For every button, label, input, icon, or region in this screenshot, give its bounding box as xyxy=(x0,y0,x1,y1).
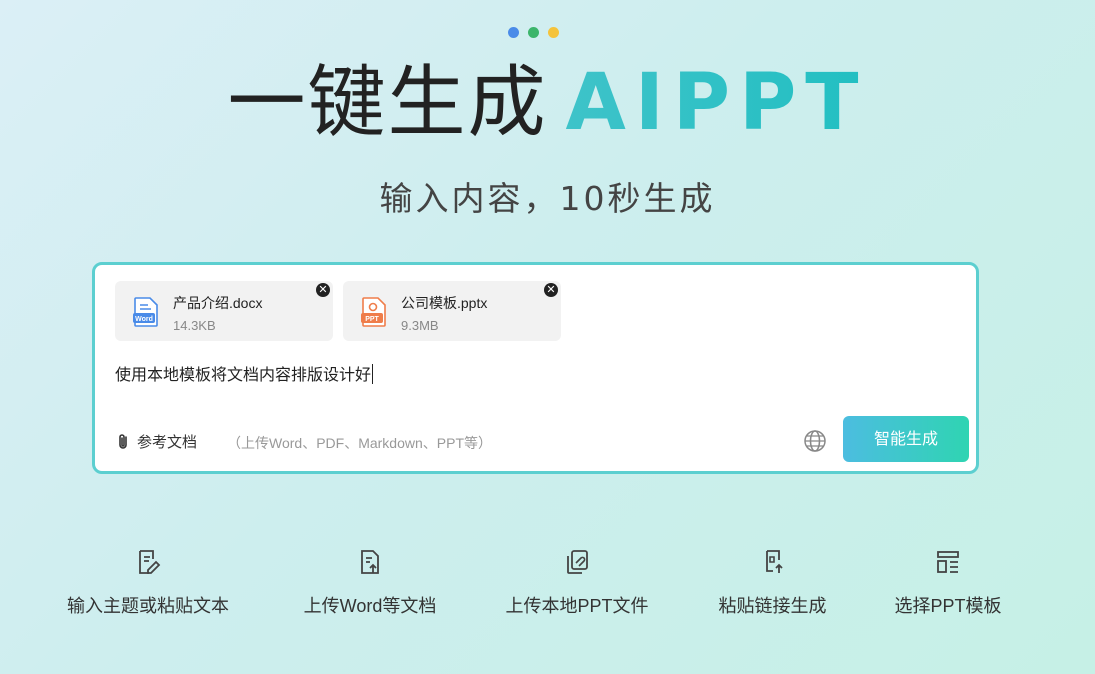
ppt-file-icon: PPT xyxy=(361,297,386,327)
attach-label: 参考文档 xyxy=(137,434,198,451)
input-panel: Word 产品介绍.docx 14.3KB ✕ PPT 公司模板.pptx 9.… xyxy=(92,262,979,474)
template-layout-icon xyxy=(937,551,959,573)
file-name: 产品介绍.docx xyxy=(173,295,263,311)
prompt-input[interactable]: 使用本地模板将文档内容排版设计好 xyxy=(115,361,374,385)
remove-file-button[interactable]: ✕ xyxy=(544,283,558,297)
feature-paste-link[interactable]: 粘贴链接生成 xyxy=(705,548,840,618)
dot-green xyxy=(528,27,539,38)
feature-select-template[interactable]: 选择PPT模板 xyxy=(883,548,1013,618)
feature-label: 上传本地PPT文件 xyxy=(505,596,649,616)
file-name: 公司模板.pptx xyxy=(401,295,488,311)
globe-icon[interactable] xyxy=(803,429,827,453)
word-badge-text: Word xyxy=(135,316,153,323)
feature-label: 选择PPT模板 xyxy=(894,596,1002,616)
upload-ppt-icon xyxy=(567,550,588,574)
prompt-text: 使用本地模板将文档内容排版设计好 xyxy=(115,367,372,384)
word-file-icon: Word xyxy=(133,297,158,327)
generate-button[interactable]: 智能生成 xyxy=(843,416,969,462)
feature-upload-ppt[interactable]: 上传本地PPT文件 xyxy=(497,548,657,618)
paperclip-icon xyxy=(119,433,127,449)
attach-hint: （上传Word、PDF、Markdown、PPT等） xyxy=(227,435,493,451)
remove-file-button[interactable]: ✕ xyxy=(316,283,330,297)
title-main: 一键生成 xyxy=(227,58,548,148)
feature-label: 上传Word等文档 xyxy=(303,596,437,616)
feature-label: 粘贴链接生成 xyxy=(718,596,827,616)
dot-yellow xyxy=(548,27,559,38)
page-title: 一键生成 AIPPT xyxy=(0,56,1095,149)
edit-document-icon xyxy=(139,550,161,574)
dot-blue xyxy=(508,27,519,38)
feature-label: 输入主题或粘贴文本 xyxy=(67,596,229,616)
file-size: 14.3KB xyxy=(173,318,216,333)
decorative-dots xyxy=(508,27,559,38)
file-card[interactable]: PPT 公司模板.pptx 9.3MB ✕ xyxy=(343,281,561,341)
page-subtitle: 输入内容，10秒生成 xyxy=(379,179,716,218)
upload-document-icon xyxy=(361,550,379,574)
file-size: 9.3MB xyxy=(401,318,439,333)
file-card[interactable]: Word 产品介绍.docx 14.3KB ✕ xyxy=(115,281,333,341)
text-caret xyxy=(372,364,374,384)
attach-reference-button[interactable]: 参考文档 xyxy=(117,431,197,452)
feature-input-topic[interactable]: 输入主题或粘贴文本 xyxy=(58,548,238,618)
feature-upload-word[interactable]: 上传Word等文档 xyxy=(290,548,450,618)
paste-link-icon xyxy=(765,550,783,573)
ppt-badge-text: PPT xyxy=(365,316,379,323)
title-accent: AIPPT xyxy=(565,58,868,148)
